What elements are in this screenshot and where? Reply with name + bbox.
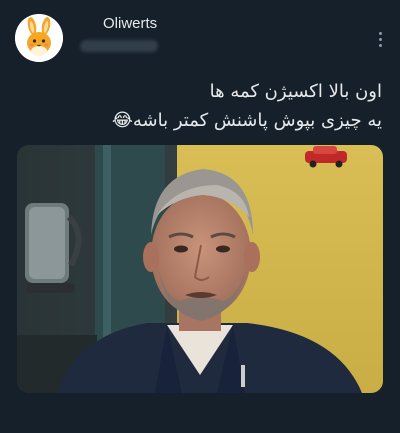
tweet-text-line-1: اون بالا اکسیژن کمه ها xyxy=(209,81,382,102)
tweet-text-line-2: یه چیزی بپوش پاشنش کمتر باشه😂 xyxy=(111,110,382,131)
more-options-icon[interactable] xyxy=(372,26,388,52)
avatar[interactable] xyxy=(15,14,63,62)
display-name[interactable]: Oliwerts xyxy=(103,15,157,32)
username-blurred xyxy=(80,40,158,52)
man-photo xyxy=(17,145,383,393)
tweet-media-image[interactable] xyxy=(17,145,383,393)
bunny-avatar-icon xyxy=(15,14,63,62)
tweet-card: Oliwerts اون بالا اکسیژن کمه ها یه چیزی … xyxy=(0,0,400,433)
tweet-text: اون بالا اکسیژن کمه ها یه چیزی بپوش پاشن… xyxy=(12,77,382,135)
